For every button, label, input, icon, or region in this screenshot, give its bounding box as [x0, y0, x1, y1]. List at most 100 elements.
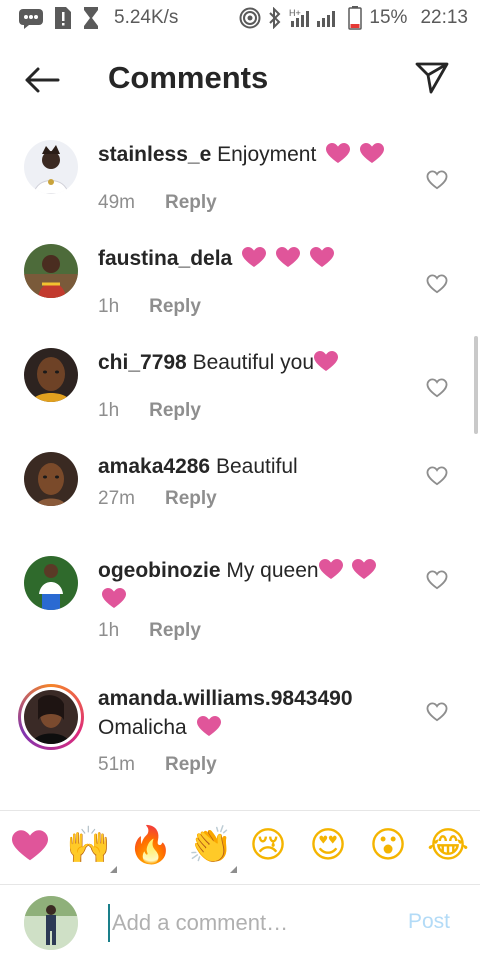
- comment-username[interactable]: amaka4286: [98, 455, 210, 478]
- emoji-raised-hands-button[interactable]: 🙌: [66, 824, 111, 868]
- emoji-laughing-button[interactable]: 😂: [426, 824, 470, 868]
- paper-plane-icon: [415, 62, 449, 94]
- avatar[interactable]: [24, 556, 78, 610]
- reply-button[interactable]: Reply: [149, 400, 201, 422]
- comment-time: 1h: [98, 296, 120, 317]
- divider: [0, 884, 480, 885]
- reply-button[interactable]: Reply: [149, 296, 201, 318]
- scrollbar[interactable]: [474, 336, 478, 434]
- emoji-surprised-button[interactable]: 😮: [366, 824, 410, 868]
- comment-body: Beautiful you: [192, 351, 315, 374]
- heart-outline-icon: [426, 466, 448, 486]
- hotspot-icon: [239, 7, 261, 29]
- comment-time: 49m: [98, 192, 135, 213]
- reply-button[interactable]: Reply: [165, 192, 217, 214]
- heart-outline-icon: [426, 170, 448, 190]
- like-button[interactable]: [426, 466, 448, 486]
- heart-emoji-icon: [272, 247, 300, 270]
- like-button[interactable]: [426, 170, 448, 190]
- comment-body: Beautiful: [215, 455, 298, 478]
- bluetooth-icon: [268, 7, 282, 29]
- clock: 22:13: [420, 7, 468, 28]
- emoji-heart-button[interactable]: [8, 824, 52, 868]
- heart-outline-icon: [426, 274, 448, 294]
- battery-icon: [348, 6, 363, 30]
- comment-meta: 1h Reply: [98, 400, 201, 422]
- emoji-fire-button[interactable]: 🔥: [128, 824, 173, 868]
- hourglass-icon: [82, 6, 100, 30]
- comment-body: My queen: [226, 559, 319, 582]
- emoji-sad-button[interactable]: 😢: [246, 824, 290, 868]
- comment-meta: 1h Reply: [98, 296, 201, 318]
- skin-tone-indicator: [230, 866, 237, 873]
- divider: [0, 810, 480, 811]
- back-button[interactable]: [22, 64, 62, 96]
- avatar[interactable]: [24, 348, 78, 402]
- comment-meta: 49m Reply: [98, 192, 217, 214]
- avatar[interactable]: [24, 244, 78, 298]
- heart-emoji-icon: [98, 588, 126, 611]
- avatar-story-ring[interactable]: [18, 684, 84, 750]
- comment-time: 51m: [98, 754, 135, 775]
- battery-percent: 15%: [369, 7, 408, 28]
- comment-text: faustina_dela: [98, 244, 408, 273]
- heart-emoji-icon: [356, 143, 384, 166]
- comment-text: chi_7798 Beautiful you: [98, 348, 408, 377]
- comment-username[interactable]: stainless_e: [98, 143, 211, 166]
- comment-meta: 1h Reply: [98, 620, 201, 642]
- heart-outline-icon: [426, 570, 448, 590]
- send-button[interactable]: [412, 60, 452, 96]
- heart-outline-icon: [426, 702, 448, 722]
- comment-text: amanda.williams.9843490 Omalicha: [98, 684, 408, 742]
- like-button[interactable]: [426, 378, 448, 398]
- reply-button[interactable]: Reply: [165, 488, 217, 510]
- heart-emoji-icon: [12, 830, 48, 861]
- heart-emoji-icon: [193, 716, 221, 739]
- current-user-avatar[interactable]: [24, 896, 78, 950]
- heart-emoji-icon: [238, 247, 267, 270]
- page-title: Comments: [108, 60, 269, 95]
- status-bar: 5.24K/s H+ 15% 22:13: [0, 0, 480, 36]
- comment-time: 1h: [98, 620, 120, 641]
- sim-alert-icon: [54, 6, 72, 30]
- signal-icon: H+: [289, 7, 341, 29]
- comment-text: ogeobinozie My queen: [98, 556, 408, 614]
- comment-meta: 51m Reply: [98, 754, 217, 776]
- avatar[interactable]: [24, 140, 78, 194]
- avatar[interactable]: [24, 452, 78, 506]
- heart-emoji-icon: [314, 351, 339, 374]
- comment-input[interactable]: [108, 904, 388, 942]
- like-button[interactable]: [426, 702, 448, 722]
- arrow-left-icon: [25, 67, 60, 93]
- heart-emoji-icon: [348, 559, 377, 582]
- comment-text: stainless_e Enjoyment: [98, 140, 408, 169]
- emoji-quick-bar: 🙌 🔥 👏 😢 😍 😮 😂: [0, 820, 480, 878]
- comment-body: Omalicha: [98, 716, 187, 739]
- reply-button[interactable]: Reply: [165, 754, 217, 776]
- comment-time: 27m: [98, 488, 135, 509]
- comment-body: Enjoyment: [217, 143, 317, 166]
- comment-composer: Post: [0, 886, 480, 960]
- comment-time: 1h: [98, 400, 120, 421]
- comment-username[interactable]: ogeobinozie: [98, 559, 221, 582]
- like-button[interactable]: [426, 570, 448, 590]
- comment-username[interactable]: faustina_dela: [98, 247, 232, 270]
- network-speed: 5.24K/s: [114, 7, 179, 28]
- message-icon: [18, 7, 44, 29]
- post-button[interactable]: Post: [408, 910, 450, 934]
- comment-meta: 27m Reply: [98, 488, 217, 510]
- heart-emoji-icon: [322, 143, 351, 166]
- comment-username[interactable]: chi_7798: [98, 351, 187, 374]
- emoji-clap-button[interactable]: 👏: [188, 824, 233, 868]
- emoji-heart-eyes-button[interactable]: 😍: [306, 824, 350, 868]
- skin-tone-indicator: [110, 866, 117, 873]
- like-button[interactable]: [426, 274, 448, 294]
- comment-username[interactable]: amanda.williams.9843490: [98, 687, 353, 710]
- header: Comments: [0, 44, 480, 116]
- heart-emoji-icon: [318, 559, 343, 582]
- avatar: [24, 690, 78, 744]
- heart-outline-icon: [426, 378, 448, 398]
- svg-text:H+: H+: [289, 8, 301, 18]
- reply-button[interactable]: Reply: [149, 620, 201, 642]
- heart-emoji-icon: [306, 247, 334, 270]
